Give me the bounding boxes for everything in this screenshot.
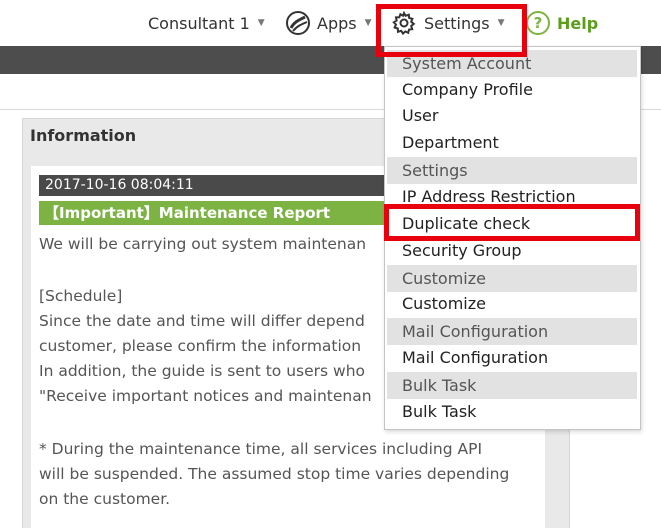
menu-item-company-profile[interactable]: Company Profile — [387, 76, 637, 103]
notice-line: will be suspended. The assumed stop time… — [39, 465, 510, 483]
help-icon: ? — [526, 11, 550, 35]
notice-line: customer, please confirm the information — [39, 337, 362, 355]
help-label: Help — [557, 13, 599, 33]
notice-line: We will be carrying out system maintenan — [39, 235, 367, 253]
notice-line: [Schedule] — [39, 287, 123, 305]
information-title: Information — [30, 126, 137, 145]
menu-section-settings: Settings — [387, 157, 637, 184]
menu-item-security-group[interactable]: Security Group — [387, 237, 637, 264]
top-navigation-bar: Consultant 1 ▼ Apps ▼ Settings ▼ ? Help — [0, 0, 661, 46]
settings-highlight-box — [376, 4, 527, 57]
menu-section-customize: Customize — [387, 265, 637, 292]
menu-item-mail-configuration[interactable]: Mail Configuration — [387, 344, 637, 371]
menu-item-customize[interactable]: Customize — [387, 290, 637, 317]
consultant-menu[interactable]: Consultant 1 ▼ — [148, 8, 265, 38]
menu-section-mail-configuration: Mail Configuration — [387, 318, 637, 345]
consultant-label: Consultant 1 — [148, 13, 250, 33]
chevron-down-icon: ▼ — [364, 18, 372, 28]
menu-section-bulk-task: Bulk Task — [387, 372, 637, 399]
help-link[interactable]: ? Help — [526, 8, 598, 38]
globe-icon — [286, 11, 310, 35]
chevron-down-icon: ▼ — [257, 18, 265, 28]
notice-line: In addition, the guide is sent to users … — [39, 362, 366, 380]
menu-item-bulk-task[interactable]: Bulk Task — [387, 398, 637, 425]
notice-line: * During the maintenance time, all servi… — [39, 440, 483, 458]
notice-line: Since the date and time will differ depe… — [39, 312, 365, 330]
apps-menu[interactable]: Apps ▼ — [285, 8, 372, 38]
notice-line: "Receive important notices and maintenan — [39, 387, 372, 405]
notice-line: on the customer. — [39, 490, 171, 508]
menu-item-department[interactable]: Department — [387, 129, 637, 156]
duplicate-check-highlight-box — [384, 204, 640, 241]
menu-item-user[interactable]: User — [387, 102, 637, 129]
apps-label: Apps — [317, 13, 357, 33]
